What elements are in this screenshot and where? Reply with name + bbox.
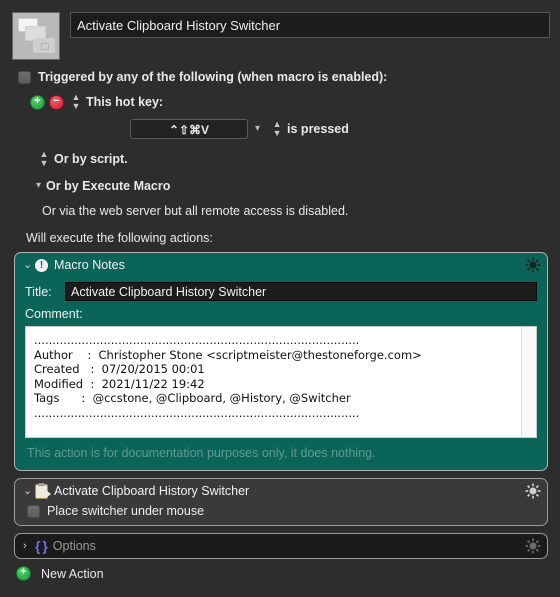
disclosure-triangle-icon-macro-notes[interactable]: ⌄ [23,259,35,271]
braces-icon: { } [35,538,48,554]
notes-title-input[interactable]: Activate Clipboard History Switcher [65,282,537,301]
remove-trigger-button[interactable]: − [49,94,64,110]
macro-name-input[interactable]: Activate Clipboard History Switcher [70,12,550,38]
chevron-down-icon-execute-macro[interactable]: ▾ [36,181,41,191]
script-trigger-stepper-icon[interactable]: ▲ ▼ [39,150,49,168]
trigger-enabled-row[interactable]: Triggered by any of the following (when … [18,70,548,84]
activate-switcher-body: Place switcher under mouse [15,503,547,525]
notes-comment-box[interactable]: ........................................… [25,326,537,438]
minus-glyph: − [53,94,60,107]
plus-glyph-new-action: + [20,566,27,578]
action-options[interactable]: › { } Options [14,533,548,559]
action-options-title: Options [52,539,96,553]
notes-comment-scrollbar[interactable] [521,327,536,437]
gear-icon-activate-switcher[interactable] [525,483,541,499]
notes-title-label: Title: [25,284,52,299]
place-switcher-checkbox[interactable] [27,504,40,518]
macro-header: Activate Clipboard History Switcher [0,0,560,60]
exclamation-circle-icon [35,258,48,272]
hot-key-condition-stepper-icon[interactable]: ▲ ▼ [272,120,282,138]
new-action-button[interactable]: + New Action [16,566,560,581]
triggered-by-checkbox[interactable] [18,70,31,84]
clipboard-arrow-icon [35,482,51,499]
hot-key-condition-label: is pressed [287,122,349,136]
clipboard-stack-icon[interactable] [12,12,60,60]
new-action-label: New Action [41,566,104,581]
disclosure-triangle-icon-options[interactable]: › [23,540,35,552]
notes-comment-text[interactable]: ........................................… [26,327,521,437]
place-switcher-label: Place switcher under mouse [47,504,205,518]
macro-notes-body: Title: Activate Clipboard History Switch… [15,277,547,470]
trigger-type-stepper-icon[interactable]: ▲ ▼ [71,93,81,111]
or-by-execute-macro-row[interactable]: ▾ Or by Execute Macro [36,179,548,193]
chevron-down-icon[interactable]: ▾ [255,124,260,134]
hot-key-trigger-row: + − ▲ ▼ This hot key: [30,93,548,111]
will-execute-label: Will execute the following actions: [26,231,213,245]
trigger-section: Triggered by any of the following (when … [0,60,560,245]
hot-key-input[interactable]: ⌃⇧⌘V [130,119,248,139]
action-activate-switcher[interactable]: ⌄ Activate Clipboard History Switcher Pl… [14,478,548,526]
action-activate-switcher-title: Activate Clipboard History Switcher [54,484,250,498]
or-by-script-label: Or by script. [54,152,128,166]
action-macro-notes-header[interactable]: ⌄ Macro Notes [15,253,547,277]
place-switcher-row[interactable]: Place switcher under mouse [27,504,537,518]
disclosure-triangle-icon-activate-switcher[interactable]: ⌄ [23,485,35,497]
plus-glyph: + [34,94,41,107]
action-macro-notes[interactable]: ⌄ Macro Notes [14,252,548,471]
gear-icon-macro-notes[interactable] [525,257,541,273]
add-trigger-button[interactable]: + [30,94,45,110]
action-macro-notes-title: Macro Notes [54,258,125,272]
hot-key-field-row: ⌃⇧⌘V ▾ ▲ ▼ is pressed [130,119,548,139]
plus-circle-icon[interactable]: + [16,566,31,581]
hot-key-label: This hot key: [86,95,164,109]
web-server-note: Or via the web server but all remote acc… [42,204,349,218]
action-list: ⌄ Macro Notes [0,245,560,559]
action-activate-switcher-header[interactable]: ⌄ Activate Clipboard History Switcher [15,479,547,503]
action-options-header[interactable]: › { } Options [15,534,547,558]
gear-icon-options[interactable] [525,538,541,554]
or-by-execute-macro-label: Or by Execute Macro [46,179,171,193]
triggered-by-label: Triggered by any of the following (when … [38,70,388,84]
notes-comment-label: Comment: [25,307,83,321]
or-by-script-row[interactable]: ▲ ▼ Or by script. [36,150,548,168]
notes-title-row: Title: Activate Clipboard History Switch… [25,282,537,301]
notes-footer-note: This action is for documentation purpose… [27,446,376,460]
